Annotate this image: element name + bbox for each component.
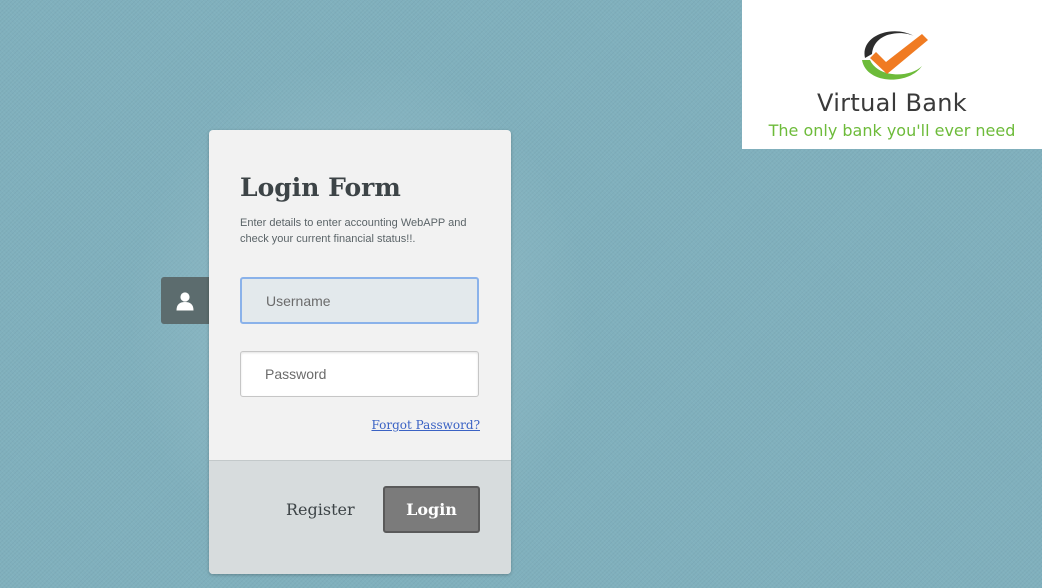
register-link[interactable]: Register	[286, 500, 355, 519]
login-button[interactable]: Login	[383, 486, 480, 533]
brand-name: Virtual Bank	[817, 89, 967, 117]
forgot-password-link[interactable]: Forgot Password?	[371, 418, 480, 432]
login-card-footer: Register Login	[209, 460, 511, 574]
login-card: Login Form Enter details to enter accoun…	[209, 130, 511, 574]
user-tab	[161, 277, 209, 324]
user-icon	[176, 291, 194, 310]
password-input[interactable]	[240, 351, 479, 397]
login-form-subtitle: Enter details to enter accounting WebAPP…	[240, 217, 467, 245]
brand-tagline: The only bank you'll ever need	[768, 121, 1016, 140]
username-input[interactable]	[240, 277, 479, 324]
login-form-title: Login Form	[240, 173, 401, 202]
brand-logo-panel: Virtual Bank The only bank you'll ever n…	[742, 0, 1042, 149]
checkmark-swoosh-logo-icon	[862, 31, 928, 80]
